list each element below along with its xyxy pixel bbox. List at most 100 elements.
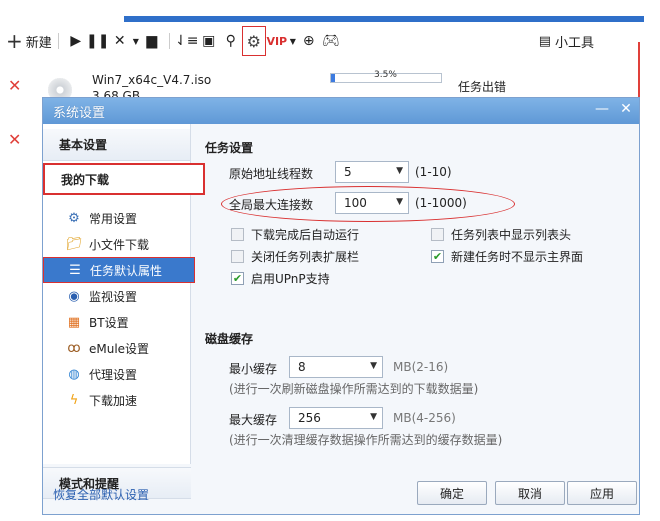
minimize-icon[interactable]: — (593, 100, 611, 118)
folder-icon[interactable]: ▆ (141, 30, 163, 52)
play-icon[interactable]: ▶ (65, 30, 87, 52)
sidebar-item-proxy[interactable]: ◍ 代理设置 (43, 361, 190, 387)
gear-icon: ⚙ (246, 31, 261, 51)
max-cache-select[interactable]: 256 ▼ (289, 407, 383, 429)
checkbox-label: 关闭任务列表扩展栏 (251, 250, 360, 264)
sidebar-section-basic[interactable]: 基本设置 (43, 129, 190, 161)
min-cache-hint: (进行一次刷新磁盘操作所需达到的下载数据量) (229, 382, 479, 396)
tools-label: 小工具 (554, 35, 594, 51)
sidebar-section-label: 基本设置 (59, 138, 108, 152)
title-strip (124, 16, 644, 22)
sidebar-section-my-downloads[interactable]: 我的下载 (43, 163, 205, 195)
settings-gear-button[interactable]: ⚙ (241, 26, 266, 56)
sort-icon[interactable]: ⇃≡ (175, 30, 198, 52)
max-cache-hint: (进行一次清理缓存数据操作所需达到的缓存数据量) (229, 433, 503, 447)
monitor-eye-icon: ◉ (68, 288, 80, 304)
checkbox-upnp[interactable]: ✔ 启用UPnP支持 (231, 270, 330, 287)
checkbox-label: 启用UPnP支持 (251, 272, 330, 286)
sidebar-item-small-file[interactable]: 📁︎ 小文件下载 (43, 231, 190, 257)
delete-icon[interactable]: ✕ (109, 30, 131, 52)
checkbox-auto-run[interactable]: 下载完成后自动运行 (231, 226, 359, 243)
origin-threads-select[interactable]: 5 ▼ (335, 161, 409, 183)
min-cache-unit: MB(2-16) (393, 360, 449, 374)
check-icon: ✔ (231, 272, 244, 285)
cancel-button[interactable]: 取消 (495, 481, 565, 505)
dialog-title: 系统设置 (53, 105, 106, 121)
settings-content: 任务设置 原始地址线程数 5 ▼ (1-10) 全局最大连接数 100 ▼ (1… (203, 124, 633, 464)
disk-cache-title: 磁盘缓存 (205, 332, 254, 346)
list-icon: ☰ (69, 262, 81, 278)
sidebar-item-label: 监视设置 (89, 289, 138, 304)
checkbox-close-ext-bar[interactable]: 关闭任务列表扩展栏 (231, 248, 359, 265)
task-settings-title: 任务设置 (205, 141, 254, 155)
bt-icon: ▦ (67, 314, 81, 330)
sidebar-section-label: 我的下载 (61, 172, 110, 187)
checkbox-label: 任务列表中显示列表头 (451, 228, 572, 242)
plus-icon: + (6, 29, 23, 53)
origin-threads-value: 5 (344, 165, 352, 179)
sidebar-item-label: eMule设置 (89, 341, 150, 356)
properties-icon[interactable]: ▣ (198, 30, 220, 52)
pause-icon[interactable]: ❚❚ (86, 30, 109, 52)
restore-defaults-link[interactable]: 恢复全部默认设置 (53, 486, 149, 503)
error-icon: ✕ (8, 76, 22, 95)
max-cache-unit: MB(4-256) (393, 411, 456, 425)
sidebar-item-bt[interactable]: ▦ BT设置 (43, 309, 190, 335)
ok-button[interactable]: 确定 (417, 481, 487, 505)
checkbox-label: 新建任务时不显示主界面 (451, 250, 584, 264)
min-cache-value: 8 (298, 360, 306, 374)
folder-download-icon: 📁︎ (65, 236, 83, 252)
sidebar-item-accel[interactable]: ϟ 下载加速 (43, 387, 190, 413)
origin-threads-range: (1-10) (415, 165, 452, 179)
close-icon[interactable]: ✕ (617, 100, 635, 118)
sidebar-item-label: BT设置 (89, 315, 129, 330)
task-status: 任务出错 (458, 80, 507, 94)
settings-dialog: 系统设置 — ✕ 基本设置 我的下载 ⚙ 常用设置 📁︎ 小文件下载 ☰ 任务默… (42, 97, 640, 515)
lightning-icon: ϟ (69, 392, 79, 408)
remote-icon[interactable]: ⊕ (298, 30, 320, 52)
min-cache-select[interactable]: 8 ▼ (289, 356, 383, 378)
sidebar-item-label: 代理设置 (89, 367, 138, 382)
globe-icon: ◍ (68, 366, 80, 382)
error-icon: ✕ (8, 130, 22, 149)
checkbox-show-list-header[interactable]: 任务列表中显示列表头 (431, 226, 571, 243)
dropdown-arrow-icon[interactable]: ▼ (288, 30, 298, 52)
min-cache-label: 最小缓存 (229, 362, 278, 376)
task-progress-label: 3.5% (374, 70, 397, 80)
checkbox-hide-main-on-new[interactable]: ✔ 新建任务时不显示主界面 (431, 248, 583, 265)
main-toolbar: + 新建 ▶ ❚❚ ✕ ▼ ▆ ⇃≡ ▣ ⚲ ⚙ VIP ▼ ⊕ 🎮︎ ▤ 小工… (0, 26, 640, 56)
task-name: Win7_x64c_V4.7.iso (92, 73, 212, 87)
origin-threads-label: 原始地址线程数 (229, 167, 314, 181)
sidebar-item-label: 下载加速 (89, 393, 138, 408)
sidebar-item-emule[interactable]: ꝏ eMule设置 (43, 335, 190, 361)
dropdown-arrow-icon[interactable]: ▼ (131, 30, 141, 52)
sidebar-item-task-defaults[interactable]: ☰ 任务默认属性 (43, 257, 195, 283)
search-icon[interactable]: ⚲ (220, 30, 242, 52)
check-icon: ✔ (431, 250, 444, 263)
checkbox-label: 下载完成后自动运行 (251, 228, 360, 242)
sidebar-item-label: 小文件下载 (89, 237, 150, 252)
sidebar-item-label: 任务默认属性 (90, 263, 163, 278)
gamepad-icon[interactable]: 🎮︎ (320, 30, 342, 52)
dialog-footer: 恢复全部默认设置 确定 取消 应用 (43, 474, 639, 514)
checkbox-box (231, 250, 244, 263)
chevron-down-icon: ▼ (370, 412, 377, 422)
max-cache-label: 最大缓存 (229, 413, 278, 427)
checkbox-box (431, 228, 444, 241)
max-cache-value: 256 (298, 411, 321, 425)
emule-icon: ꝏ (67, 340, 81, 356)
toolbar-divider (168, 33, 170, 49)
checkbox-box (231, 228, 244, 241)
apply-button[interactable]: 应用 (567, 481, 637, 505)
settings-sidebar: 基本设置 我的下载 ⚙ 常用设置 📁︎ 小文件下载 ☰ 任务默认属性 ◉ 监视设… (43, 124, 205, 499)
toolbox-icon: ▤ (538, 33, 551, 49)
chevron-down-icon: ▼ (396, 166, 403, 176)
vip-icon[interactable]: VIP (266, 30, 288, 52)
tools-button[interactable]: ▤ 小工具 (539, 26, 594, 56)
chevron-down-icon: ▼ (370, 361, 377, 371)
sidebar-item-monitor[interactable]: ◉ 监视设置 (43, 283, 190, 309)
dialog-titlebar[interactable]: 系统设置 — ✕ (43, 98, 639, 124)
sidebar-item-common[interactable]: ⚙ 常用设置 (43, 205, 190, 231)
new-task-button[interactable]: + 新建 (6, 26, 52, 56)
max-conn-highlight-ellipse (221, 186, 515, 222)
